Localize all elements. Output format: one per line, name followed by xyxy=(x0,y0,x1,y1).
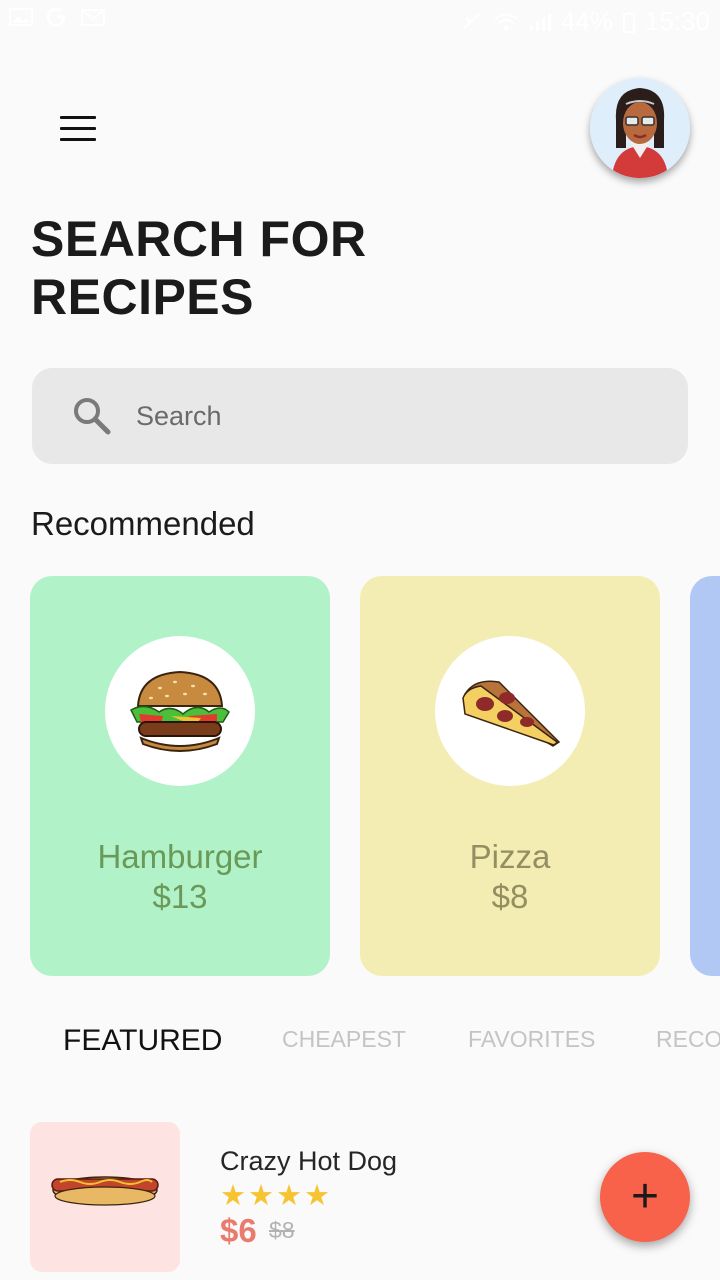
add-button[interactable]: + xyxy=(600,1152,690,1242)
star-rating: ★★★★ xyxy=(220,1180,332,1212)
recommended-card-name: Pizza xyxy=(469,838,551,875)
tab-favorites[interactable]: FAVORITES xyxy=(468,1026,595,1053)
recommended-card-price: $8 xyxy=(491,878,529,915)
page-title: SEARCH FOR RECIPES xyxy=(31,210,367,326)
gmail-icon xyxy=(81,9,105,26)
image-icon xyxy=(9,8,33,26)
recommended-card-hamburger[interactable]: Hamburger $13 xyxy=(30,576,330,976)
battery-percent: 44% xyxy=(560,6,613,36)
status-bar: 44% 15:30 xyxy=(0,0,720,48)
clock: 15:30 xyxy=(644,6,710,36)
hamburger-icon xyxy=(130,670,230,752)
google-icon xyxy=(46,7,66,27)
user-avatar[interactable] xyxy=(590,78,690,178)
page-title-line2: RECIPES xyxy=(31,269,255,325)
recommended-card-partial[interactable] xyxy=(690,576,720,976)
plus-icon: + xyxy=(630,1170,660,1223)
notification-icons xyxy=(8,6,106,28)
mute-icon xyxy=(463,12,480,29)
signal-icon xyxy=(529,13,551,31)
tab-featured[interactable]: FEATURED xyxy=(63,1024,222,1058)
wifi-icon xyxy=(494,13,518,30)
list-item-price: $6 xyxy=(220,1212,257,1249)
category-tabs: FEATURED CHEAPEST FAVORITES RECO xyxy=(0,1020,720,1068)
recommended-card-name: Hamburger xyxy=(97,838,263,875)
list-item-crazy-hot-dog[interactable]: Crazy Hot Dog ★★★★ $6 $8 xyxy=(30,1122,590,1272)
hotdog-icon xyxy=(51,1176,159,1206)
battery-icon xyxy=(622,11,635,33)
pizza-icon xyxy=(462,680,561,747)
hamburger-menu-icon[interactable] xyxy=(60,116,96,142)
recommended-card-pizza[interactable]: Pizza $8 xyxy=(360,576,660,976)
search-input[interactable] xyxy=(134,399,618,433)
food-image-circle xyxy=(105,636,255,786)
system-status: 44% 15:30 xyxy=(459,6,710,37)
recommended-heading: Recommended xyxy=(31,505,255,542)
tab-recommended[interactable]: RECO xyxy=(656,1026,720,1053)
avatar-illustration xyxy=(590,78,690,178)
food-thumbnail xyxy=(30,1122,180,1272)
page-title-line1: SEARCH FOR xyxy=(31,211,367,267)
list-item-name: Crazy Hot Dog xyxy=(220,1146,398,1176)
food-image-circle xyxy=(435,636,585,786)
search-icon xyxy=(74,398,111,435)
list-item-old-price: $8 xyxy=(269,1217,295,1243)
search-bar[interactable] xyxy=(32,368,688,464)
tab-cheapest[interactable]: CHEAPEST xyxy=(282,1026,406,1053)
recommended-card-price: $13 xyxy=(152,878,208,915)
